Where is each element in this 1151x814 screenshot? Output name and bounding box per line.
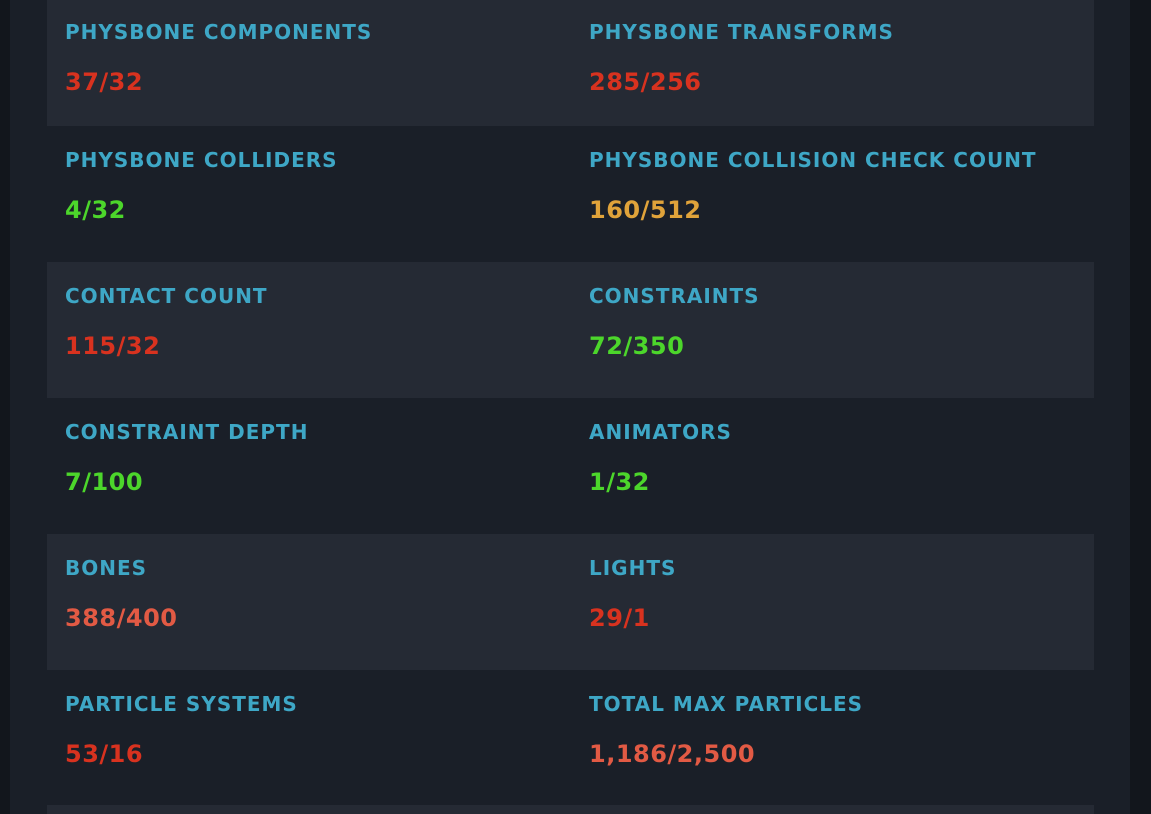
stat-constraint-depth: CONSTRAINT DEPTH 7/100 (65, 420, 565, 496)
stat-value: 53/16 (65, 740, 144, 768)
stat-label: ANIMATORS (589, 420, 732, 444)
stat-physbone-collision-check-count: PHYSBONE COLLISION CHECK COUNT 160/512 (589, 148, 1089, 224)
stat-value: 1,186/2,500 (589, 740, 756, 768)
stat-label: CONSTRAINT DEPTH (65, 420, 309, 444)
left-edge (0, 0, 10, 814)
stats-row: CONTACT COUNT 115/32 CONSTRAINTS 72/350 (47, 262, 1094, 398)
right-edge (1130, 0, 1151, 814)
stat-label: TOTAL MAX PARTICLES (589, 692, 864, 716)
stat-total-max-particles: TOTAL MAX PARTICLES 1,186/2,500 (589, 692, 1089, 768)
stat-value: 160/512 (589, 196, 702, 224)
stat-label: PHYSBONE COLLISION CHECK COUNT (589, 148, 1037, 172)
stat-value: 1/32 (589, 468, 650, 496)
stat-label: CONTACT COUNT (65, 284, 268, 308)
stat-lights: LIGHTS 29/1 (589, 556, 1089, 632)
next-row-partial (47, 805, 1094, 814)
stat-bones: BONES 388/400 (65, 556, 565, 632)
stat-constraints: CONSTRAINTS 72/350 (589, 284, 1089, 360)
stats-row: CONSTRAINT DEPTH 7/100 ANIMATORS 1/32 (47, 398, 1094, 534)
stat-label: LIGHTS (589, 556, 677, 580)
stat-value: 7/100 (65, 468, 144, 496)
stat-value: 72/350 (589, 332, 685, 360)
stat-value: 285/256 (589, 68, 702, 96)
stat-physbone-transforms: PHYSBONE TRANSFORMS 285/256 (589, 20, 1089, 96)
stat-value: 388/400 (65, 604, 178, 632)
stat-value: 29/1 (589, 604, 650, 632)
stat-label: PHYSBONE TRANSFORMS (589, 20, 894, 44)
stat-animators: ANIMATORS 1/32 (589, 420, 1089, 496)
stat-contact-count: CONTACT COUNT 115/32 (65, 284, 565, 360)
stat-label: PHYSBONE COLLIDERS (65, 148, 338, 172)
stat-label: CONSTRAINTS (589, 284, 760, 308)
stat-value: 4/32 (65, 196, 126, 224)
stats-row: PHYSBONE COLLIDERS 4/32 PHYSBONE COLLISI… (47, 126, 1094, 262)
stat-particle-systems: PARTICLE SYSTEMS 53/16 (65, 692, 565, 768)
stat-value: 37/32 (65, 68, 144, 96)
stats-grid: PHYSBONE COMPONENTS 37/32 PHYSBONE TRANS… (47, 0, 1094, 806)
stat-physbone-colliders: PHYSBONE COLLIDERS 4/32 (65, 148, 565, 224)
stat-label: PARTICLE SYSTEMS (65, 692, 298, 716)
stats-row: BONES 388/400 LIGHTS 29/1 (47, 534, 1094, 670)
stat-label: BONES (65, 556, 148, 580)
stats-row: PARTICLE SYSTEMS 53/16 TOTAL MAX PARTICL… (47, 670, 1094, 806)
stat-value: 115/32 (65, 332, 161, 360)
stat-label: PHYSBONE COMPONENTS (65, 20, 373, 44)
stats-row: PHYSBONE COMPONENTS 37/32 PHYSBONE TRANS… (47, 0, 1094, 126)
stat-physbone-components: PHYSBONE COMPONENTS 37/32 (65, 20, 565, 96)
